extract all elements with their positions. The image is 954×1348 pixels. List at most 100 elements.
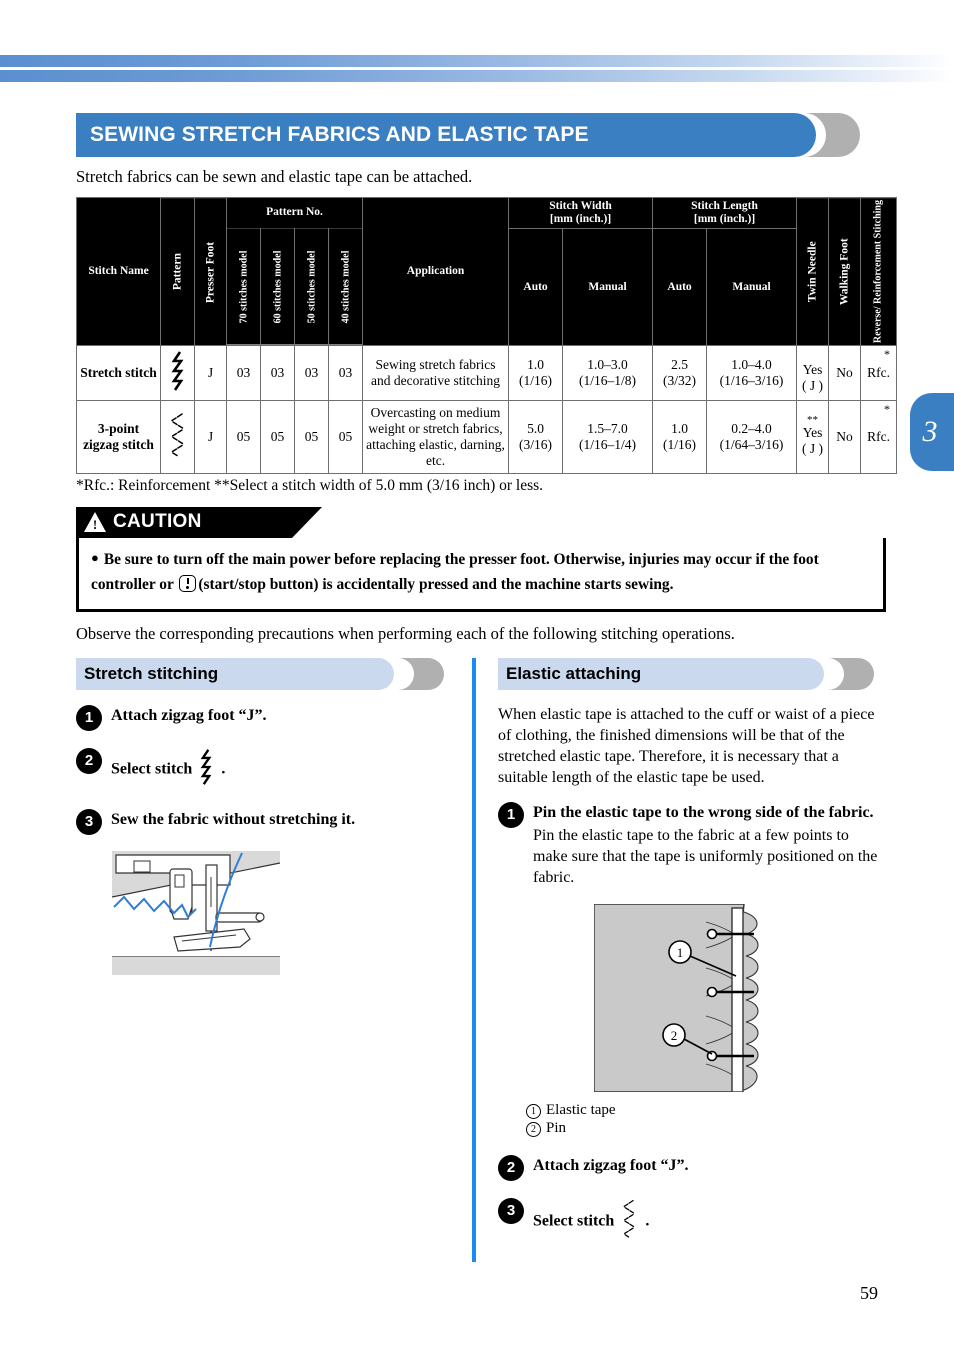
cell-pattern-no-50: 05	[294, 400, 329, 474]
step-text-suffix: .	[645, 1212, 650, 1230]
th-length-manual: Manual	[706, 227, 798, 347]
title-banner-blue: SEWING STRETCH FABRICS AND ELASTIC TAPE	[76, 113, 816, 157]
top-bar-1	[0, 55, 954, 67]
chapter-tab: 3	[910, 393, 954, 471]
length-auto-inch: (1/16)	[663, 436, 697, 452]
step-text-block: Pin the elastic tape to the wrong side o…	[533, 801, 886, 888]
two-column-layout: Stretch stitching 1 Attach zigzag foot “…	[76, 657, 886, 1262]
cell-walking-foot: No	[828, 400, 862, 474]
step-item: 2 Select stitch .	[76, 747, 454, 792]
step-text: Sew the fabric without stretching it.	[111, 810, 356, 828]
cell-presser-foot: J	[194, 345, 227, 402]
th-walking-foot: Walking Foot	[828, 197, 861, 346]
elastic-intro-text: When elastic tape is attached to the cuf…	[498, 705, 875, 787]
caution-text-part2: (start/stop button) is accidentally pres…	[198, 575, 674, 593]
caution-label: CAUTION	[113, 511, 202, 533]
cell-pattern-no-40: 03	[327, 345, 364, 402]
legend-item: 1 Elastic tape	[526, 1101, 886, 1120]
section-header-elastic-attaching: Elastic attaching	[498, 657, 886, 690]
stretch-stitch-glyph	[170, 350, 186, 396]
th-stitch-name: Stitch Name	[76, 196, 161, 347]
step-item: 2 Attach zigzag foot “J”.	[498, 1154, 886, 1181]
reverse-value: Rfc.	[867, 365, 890, 381]
step-item: 3 Select stitch .	[498, 1197, 886, 1246]
cell-pattern-no-60: 05	[260, 400, 295, 474]
step-item: 3 Sew the fabric without stretching it.	[76, 808, 454, 835]
step-text: Pin the elastic tape to the wrong side o…	[533, 803, 874, 821]
th-stitch-width-label: Stitch Width	[549, 200, 612, 212]
th-reverse-reinforcement: Reverse/ Reinforcement Stitching	[860, 197, 897, 346]
page-content: SEWING STRETCH FABRICS AND ELASTIC TAPE …	[76, 113, 898, 1262]
warning-triangle-icon: !	[84, 512, 106, 533]
width-manual-inch: (1/16–1/4)	[579, 436, 637, 452]
step-item: 1 Attach zigzag foot “J”.	[76, 704, 454, 731]
decorative-top-bars	[0, 55, 954, 82]
th-application: Application	[362, 196, 510, 347]
page-number: 59	[860, 1283, 878, 1303]
cell-length-manual: 0.2–4.0 (1/64–3/16)	[706, 400, 798, 474]
length-auto-inch: (3/32)	[663, 373, 697, 389]
length-manual-mm: 1.0–4.0	[731, 357, 772, 373]
step-item: 1 Pin the elastic tape to the wrong side…	[498, 801, 886, 888]
cell-pattern-no-50: 03	[294, 345, 329, 402]
step-text: Attach zigzag foot “J”.	[533, 1156, 689, 1174]
caution-header: ! CAUTION	[76, 506, 322, 538]
legend-label: Pin	[546, 1120, 567, 1137]
legend-item: 2 Pin	[526, 1119, 886, 1138]
cell-reverse: * Rfc.	[860, 400, 898, 474]
width-manual-inch: (1/16–1/8)	[579, 373, 637, 389]
twin-needle-foot: ( J )	[802, 441, 824, 457]
start-stop-button-icon	[179, 574, 197, 592]
cell-reverse: * Rfc.	[860, 345, 898, 402]
legend-number: 2	[526, 1122, 541, 1138]
th-model-60: 60 stitches model	[260, 228, 295, 346]
step-text: Select stitch	[533, 1212, 615, 1230]
page-title-banner: SEWING STRETCH FABRICS AND ELASTIC TAPE	[76, 113, 886, 157]
sub-bar-shape: Elastic attaching	[498, 657, 824, 690]
cell-pattern-icon	[160, 400, 195, 474]
zigzag-3point-glyph	[621, 1198, 638, 1246]
cell-pattern-no-40: 05	[327, 400, 364, 474]
th-twin-needle: Twin Needle	[796, 197, 829, 346]
width-manual-mm: 1.5–7.0	[587, 420, 628, 436]
th-stitch-length-label: Stitch Length	[691, 200, 758, 212]
cell-length-auto: 2.5 (3/32)	[652, 345, 708, 402]
legend-number: 1	[526, 1104, 541, 1120]
step-subtext: Pin the elastic tape to the fabric at a …	[533, 826, 878, 887]
intro-text: Stretch fabrics can be sewn and elastic …	[76, 167, 473, 186]
table-footnote: *Rfc.: Reinforcement **Select a stitch w…	[76, 476, 544, 494]
cell-stitch-name: Stretch stitch	[76, 345, 161, 402]
reverse-mark: *	[884, 402, 891, 417]
length-auto-mm: 2.5	[671, 357, 688, 373]
cell-length-manual: 1.0–4.0 (1/16–3/16)	[706, 345, 798, 402]
twin-needle-mark: **	[807, 414, 819, 427]
cell-width-manual: 1.0–3.0 (1/16–1/8)	[562, 345, 654, 402]
section-header-stretch-stitching: Stretch stitching	[76, 657, 454, 690]
th-stitch-length: Stitch Length [mm (inch.)]	[652, 197, 798, 229]
step-text-with-icon: Select stitch .	[111, 747, 225, 792]
cell-walking-foot: No	[828, 345, 862, 402]
twin-needle-foot: ( J )	[802, 377, 824, 393]
svg-text:2: 2	[671, 1028, 678, 1043]
page-title: SEWING STRETCH FABRICS AND ELASTIC TAPE	[90, 123, 589, 146]
th-pattern: Pattern	[160, 197, 195, 346]
reverse-value: Rfc.	[867, 428, 890, 444]
caution-body: ● Be sure to turn off the main power befo…	[76, 537, 886, 612]
cell-pattern-no-60: 03	[260, 345, 295, 402]
length-manual-inch: (1/16–3/16)	[719, 373, 784, 389]
cell-application: Sewing stretch fabrics and decorative st…	[362, 345, 510, 402]
elastic-tape-illustration: 1 2	[593, 903, 886, 1097]
cell-width-auto: 5.0 (3/16)	[508, 400, 564, 474]
length-auto-mm: 1.0	[671, 420, 688, 436]
step-text: Attach zigzag foot “J”.	[111, 706, 267, 724]
stitch-spec-table: Stitch Name Pattern Presser Foot Pattern…	[76, 196, 898, 474]
table-header-row-1: Stitch Name Pattern Presser Foot Pattern…	[76, 196, 897, 347]
step-text-with-icon: Select stitch .	[533, 1197, 649, 1246]
width-auto-mm: 5.0	[527, 420, 544, 436]
step-number: 2	[498, 1154, 524, 1181]
length-manual-mm: 0.2–4.0	[731, 420, 772, 436]
cell-pattern-icon	[160, 345, 195, 402]
cell-twin-needle: Yes ( J )	[796, 345, 830, 402]
th-stitch-length-unit: [mm (inch.)]	[693, 212, 756, 225]
th-length-auto: Auto	[652, 227, 708, 347]
